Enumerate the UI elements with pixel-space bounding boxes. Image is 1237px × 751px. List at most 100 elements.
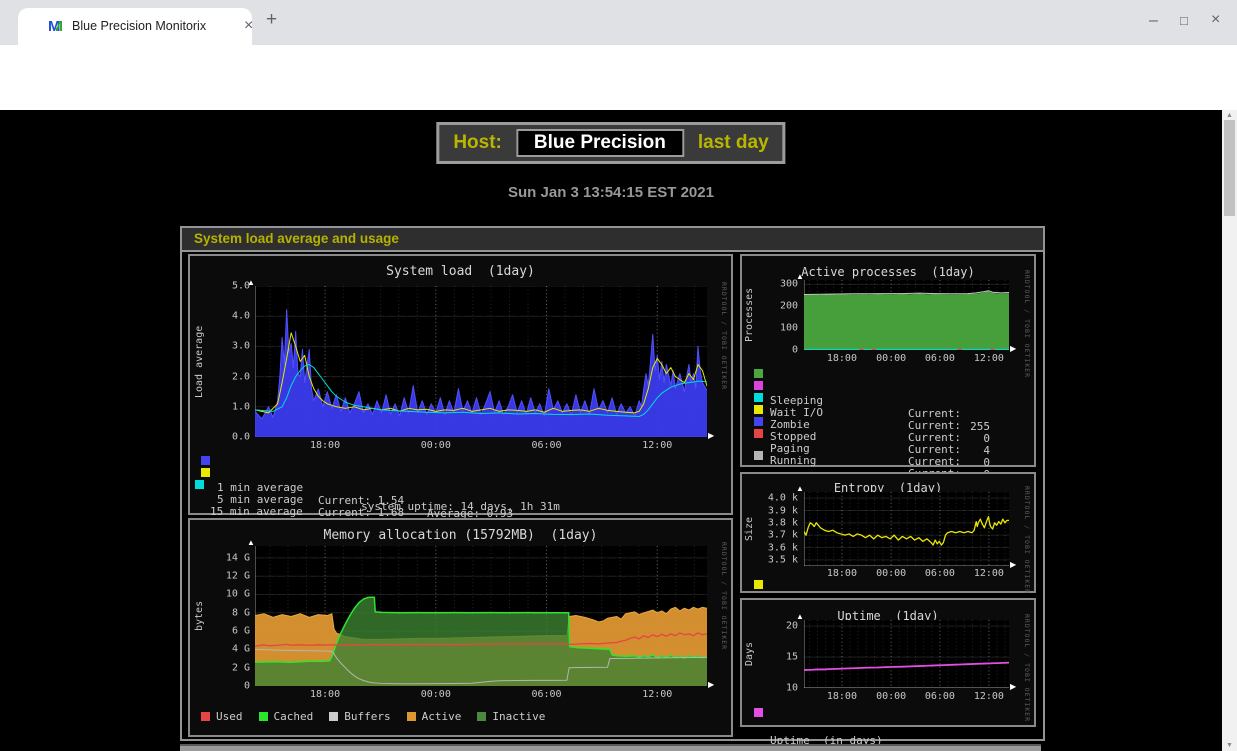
legend-swatch bbox=[477, 712, 486, 721]
chart-title: Active processes (1day) bbox=[742, 265, 1034, 279]
legend-row: Sleeping Current: 255 bbox=[742, 368, 1034, 380]
x-tick-label: 12:00 bbox=[974, 691, 1004, 702]
axis-up-arrow: ▲ bbox=[796, 273, 804, 281]
y-tick-label: 2 G bbox=[232, 662, 250, 673]
y-tick-label: 2.0 bbox=[232, 371, 250, 382]
y-tick-label: 0.0 bbox=[232, 432, 250, 443]
memory-panel: Memory allocation (15792MB) (1day) bytes… bbox=[188, 518, 733, 737]
browser-tab[interactable]: MM Blue Precision Monitorix × bbox=[18, 8, 252, 45]
legend-swatch bbox=[754, 393, 763, 402]
x-tick-label: 18:00 bbox=[827, 568, 857, 579]
next-section-bar bbox=[180, 744, 1041, 751]
page-scrollbar[interactable]: ▲ ▼ bbox=[1222, 110, 1237, 751]
host-label: Host: bbox=[445, 132, 510, 154]
legend-swatch bbox=[754, 429, 763, 438]
y-tick-label: 4.0 bbox=[232, 311, 250, 322]
x-tick-label: 00:00 bbox=[876, 568, 906, 579]
axis-up-arrow: ▲ bbox=[247, 539, 255, 547]
processes-graph[interactable] bbox=[804, 280, 1009, 350]
browser-window: MM Blue Precision Monitorix × + – □ × ← … bbox=[0, 0, 1237, 751]
monitorix-page: Host: Blue Precision last day Sun Jan 3 … bbox=[0, 110, 1222, 751]
monitorix-favicon: MM bbox=[48, 18, 64, 34]
section-title: System load average and usage bbox=[182, 228, 1043, 252]
legend-swatch bbox=[754, 708, 763, 717]
rrdtool-watermark: RRDTOOL / TOBI OETIKER bbox=[720, 282, 728, 390]
system-load-section: System load average and usage System loa… bbox=[180, 226, 1045, 741]
y-tick-label: 3.9 k bbox=[768, 505, 798, 516]
uptime-panel: Uptime (1day) Days 201510 ▲ ▶ 18:0000:00… bbox=[740, 598, 1036, 727]
legend-swatch bbox=[201, 456, 210, 465]
tab-title: Blue Precision Monitorix bbox=[72, 19, 206, 33]
uptime-note: system uptime: 14 days, 1h 31m bbox=[190, 500, 731, 513]
scrollbar-thumb[interactable] bbox=[1224, 120, 1235, 216]
y-tick-label: 10 bbox=[786, 683, 798, 694]
tab-close-icon[interactable]: × bbox=[244, 18, 253, 34]
y-tick-labels: 201510 bbox=[756, 620, 798, 688]
x-tick-labels: 18:0000:0006:0012:00 bbox=[804, 691, 1009, 703]
x-tick-label: 00:00 bbox=[421, 440, 451, 451]
y-tick-label: 0 bbox=[792, 345, 798, 356]
browser-toolbar: ← → ↻ ⌂ i localhost:8080/monitorix-cgi/m… bbox=[0, 45, 1237, 78]
legend-row: 1 min average Current: 1.54 Average: 0.9… bbox=[190, 455, 731, 467]
axis-right-arrow: ▶ bbox=[708, 681, 714, 689]
x-tick-label: 06:00 bbox=[925, 691, 955, 702]
legend-row: Zombie Current: 4 bbox=[742, 392, 1034, 404]
y-tick-label: 100 bbox=[780, 323, 798, 334]
chart-svg bbox=[804, 280, 1009, 350]
report-date: Sun Jan 3 13:54:15 EST 2021 bbox=[0, 184, 1222, 201]
host-header: Host: Blue Precision last day bbox=[436, 122, 785, 164]
x-tick-label: 06:00 bbox=[531, 689, 561, 700]
x-tick-label: 12:00 bbox=[974, 353, 1004, 364]
y-tick-label: 8 G bbox=[232, 607, 250, 618]
rrdtool-watermark: RRDTOOL / TOBI OETIKER bbox=[720, 542, 728, 650]
memory-graph[interactable] bbox=[255, 546, 707, 686]
window-maximize-button[interactable]: □ bbox=[1180, 13, 1188, 29]
legend-swatch bbox=[754, 369, 763, 378]
uptime-legend: Uptime (in days) Current: 14.1 bbox=[742, 708, 1034, 720]
window-minimize-button[interactable]: – bbox=[1149, 13, 1158, 29]
x-tick-label: 18:00 bbox=[827, 353, 857, 364]
y-tick-label: 3.6 k bbox=[768, 542, 798, 553]
chart-svg bbox=[804, 492, 1009, 566]
y-tick-label: 3.7 k bbox=[768, 530, 798, 541]
y-tick-labels: 14 G12 G10 G8 G6 G4 G2 G0 bbox=[198, 546, 250, 686]
scroll-up-arrow[interactable]: ▲ bbox=[1222, 112, 1237, 119]
rrdtool-watermark: RRDTOOL / TOBI OETIKER bbox=[1023, 270, 1031, 378]
legend-swatch bbox=[201, 712, 210, 721]
x-tick-label: 06:00 bbox=[925, 353, 955, 364]
legend-row: 15 min average Current: 1.82 Average: 0.… bbox=[190, 479, 731, 491]
legend-swatch bbox=[754, 417, 763, 426]
legend-row: Paging Current: 0 bbox=[742, 416, 1034, 428]
entropy-legend: Entropy Current: 3816 bbox=[742, 580, 1034, 592]
uptime-graph[interactable] bbox=[804, 620, 1009, 688]
axis-up-arrow: ▲ bbox=[796, 613, 804, 621]
y-tick-label: 10 G bbox=[226, 589, 250, 600]
x-tick-labels: 18:0000:0006:0012:00 bbox=[804, 568, 1009, 580]
legend-swatch bbox=[407, 712, 416, 721]
x-tick-label: 12:00 bbox=[974, 568, 1004, 579]
system-load-graph[interactable] bbox=[255, 286, 707, 437]
axis-up-arrow: ▲ bbox=[796, 485, 804, 493]
y-tick-labels: 3002001000 bbox=[756, 280, 798, 350]
y-tick-label: 4.0 k bbox=[768, 493, 798, 504]
y-tick-label: 12 G bbox=[226, 571, 250, 582]
legend-row: 5 min average Current: 1.68 Average: 0.9… bbox=[190, 467, 731, 479]
y-tick-label: 3.0 bbox=[232, 341, 250, 352]
x-tick-label: 00:00 bbox=[876, 353, 906, 364]
legend-row: Stopped Current: 0 bbox=[742, 404, 1034, 416]
new-tab-button[interactable]: + bbox=[266, 12, 277, 28]
entropy-panel: Entropy (1day) Size 4.0 k3.9 k3.8 k3.7 k… bbox=[740, 472, 1036, 593]
scroll-down-arrow[interactable]: ▼ bbox=[1222, 742, 1237, 749]
rrdtool-watermark: RRDTOOL / TOBI OETIKER bbox=[1023, 614, 1031, 722]
x-tick-label: 00:00 bbox=[421, 689, 451, 700]
entropy-graph[interactable] bbox=[804, 492, 1009, 566]
legend-swatch bbox=[329, 712, 338, 721]
axis-right-arrow: ▶ bbox=[708, 432, 714, 440]
system-load-panel: System load (1day) Load average 5.04.03.… bbox=[188, 254, 733, 515]
y-tick-label: 4 G bbox=[232, 644, 250, 655]
axis-right-arrow: ▶ bbox=[1010, 561, 1016, 569]
window-close-button[interactable]: × bbox=[1211, 12, 1220, 28]
y-tick-label: 14 G bbox=[226, 552, 250, 563]
legend-swatch bbox=[195, 480, 204, 489]
legend-row: Wait I/O Current: 0 bbox=[742, 380, 1034, 392]
